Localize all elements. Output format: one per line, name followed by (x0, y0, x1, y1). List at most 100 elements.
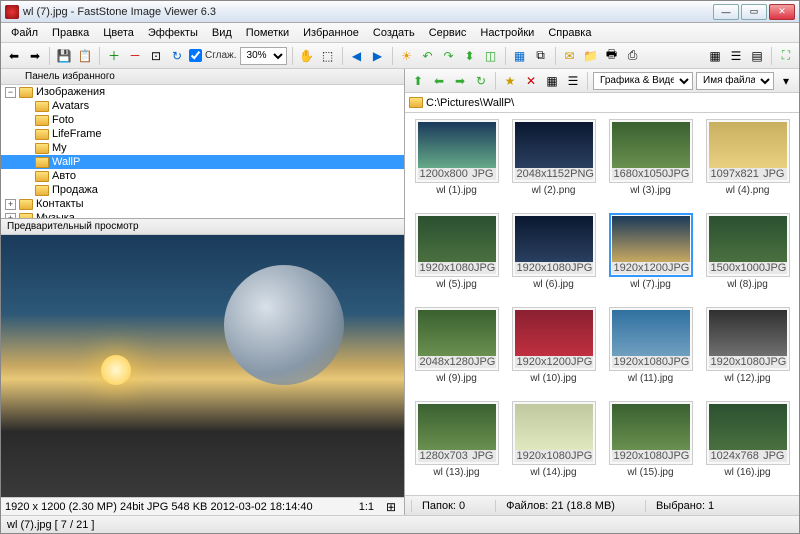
resize-button[interactable]: ⬍ (461, 47, 479, 65)
thumbnail[interactable]: 1920x1080JPGwl (11).jpg (605, 307, 696, 395)
path-text[interactable]: C:\Pictures\WallP\ (426, 97, 514, 109)
save-button[interactable]: 💾 (55, 47, 73, 65)
thumbnail[interactable]: 2048x1280JPGwl (9).jpg (411, 307, 502, 395)
preview-header: Предварительный просмотр (1, 219, 404, 235)
thumb-format: JPG (472, 168, 493, 180)
menu-Вид[interactable]: Вид (206, 25, 238, 41)
folder-button[interactable]: 📁 (582, 47, 600, 65)
crop-button[interactable]: ◫ (482, 47, 500, 65)
menu-Избранное[interactable]: Избранное (297, 25, 365, 41)
tree-toggle-icon[interactable]: − (5, 87, 16, 98)
thumbnail[interactable]: 1097x821JPGwl (4).png (702, 119, 793, 207)
select-tool-button[interactable]: ⬚ (319, 47, 337, 65)
thumb-filename: wl (15).jpg (627, 467, 673, 478)
list-button[interactable]: ☰ (564, 72, 582, 90)
thumb-dimensions: 1680x1050 (614, 168, 668, 180)
refresh-button[interactable]: ↻ (168, 47, 186, 65)
thumb-format: JPG (668, 262, 689, 274)
tree-node-Музыка[interactable]: +Музыка (1, 211, 404, 219)
thumbnail[interactable]: 1920x1080JPGwl (5).jpg (411, 213, 502, 301)
preview-image[interactable] (1, 235, 404, 497)
view-list-button[interactable]: ☰ (727, 47, 745, 65)
tree-toggle-icon[interactable]: + (5, 199, 16, 210)
maximize-button[interactable]: ▭ (741, 4, 767, 20)
filter-combo[interactable]: Графика & Видео (593, 72, 693, 90)
menu-Эффекты[interactable]: Эффекты (142, 25, 204, 41)
thumbnail[interactable]: 1920x1200JPGwl (7).jpg (605, 213, 696, 301)
print-button[interactable]: 🖶 (603, 47, 621, 65)
tree-node-Foto[interactable]: Foto (1, 113, 404, 127)
tree-node-My[interactable]: My (1, 141, 404, 155)
grid-button[interactable]: ▦ (543, 72, 561, 90)
tree-node-Контакты[interactable]: +Контакты (1, 197, 404, 211)
sort-combo[interactable]: Имя файла (696, 72, 774, 90)
tree-node-Авто[interactable]: Авто (1, 169, 404, 183)
thumb-format: JPG (763, 450, 784, 462)
scan-button[interactable]: ⎙ (624, 47, 642, 65)
hand-tool-button[interactable]: ✋ (298, 47, 316, 65)
zoom-combo[interactable]: 30% (240, 47, 287, 65)
preview-zoom-ratio[interactable]: 1:1 (359, 501, 374, 513)
view-details-button[interactable]: ▤ (748, 47, 766, 65)
thumbnail[interactable]: 2048x1152PNGwl (2).png (508, 119, 599, 207)
thumbnail[interactable]: 1280x703JPGwl (13).jpg (411, 401, 502, 489)
nav-refresh-button[interactable]: ↻ (472, 72, 490, 90)
menu-Сервис[interactable]: Сервис (423, 25, 473, 41)
nav-fwd-button[interactable]: ➡ (451, 72, 469, 90)
zoom-in-button[interactable]: ＋ (105, 47, 123, 65)
menu-Справка[interactable]: Справка (542, 25, 597, 41)
tree-node-Продажа[interactable]: Продажа (1, 183, 404, 197)
thumb-dimensions: 1920x1200 (517, 356, 571, 368)
thumb-image (612, 216, 690, 262)
delete-button[interactable]: ✕ (522, 72, 540, 90)
thumb-format: JPG (571, 262, 592, 274)
menu-Создать[interactable]: Создать (367, 25, 421, 41)
preview-actual-size-icon[interactable]: ⊞ (382, 498, 400, 516)
thumbnail[interactable]: 1920x1080JPGwl (12).jpg (702, 307, 793, 395)
nav-up-button[interactable]: ⬆ (409, 72, 427, 90)
prev-image-button[interactable]: ◀ (348, 47, 366, 65)
menu-Настройки[interactable]: Настройки (474, 25, 540, 41)
minimize-button[interactable]: — (713, 4, 739, 20)
menu-Файл[interactable]: Файл (5, 25, 44, 41)
thumbnail[interactable]: 1920x1200JPGwl (10).jpg (508, 307, 599, 395)
fullscreen-button[interactable]: ⛶ (777, 47, 795, 65)
rotate-left-button[interactable]: ↶ (419, 47, 437, 65)
thumbnail[interactable]: 1680x1050JPGwl (3).jpg (605, 119, 696, 207)
view-thumbs-button[interactable]: ▦ (706, 47, 724, 65)
sort-dir-button[interactable]: ▾ (777, 72, 795, 90)
menu-Правка[interactable]: Правка (46, 25, 95, 41)
thumbnail[interactable]: 1500x1000JPGwl (8).jpg (702, 213, 793, 301)
favorite-button[interactable]: ★ (501, 72, 519, 90)
thumbnail[interactable]: 1920x1080JPGwl (14).jpg (508, 401, 599, 489)
email-button[interactable]: ✉ (561, 47, 579, 65)
folder-icon (35, 157, 49, 168)
thumb-filename: wl (9).jpg (436, 373, 477, 384)
tree-label: Музыка (36, 212, 75, 219)
thumbnail[interactable]: 1920x1080JPGwl (6).jpg (508, 213, 599, 301)
compare-button[interactable]: ⧉ (532, 47, 550, 65)
settings-button[interactable]: ☀ (398, 47, 416, 65)
forward-button[interactable]: ➡ (26, 47, 44, 65)
slideshow-button[interactable]: ▦ (511, 47, 529, 65)
tree-node-LifeFrame[interactable]: LifeFrame (1, 127, 404, 141)
menu-Цвета[interactable]: Цвета (97, 25, 140, 41)
thumbnail[interactable]: 1024x768JPGwl (16).jpg (702, 401, 793, 489)
smooth-checkbox[interactable] (189, 49, 202, 62)
folder-tree[interactable]: Панель избранного −ИзображенияAvatarsFot… (1, 69, 404, 219)
menu-Пометки[interactable]: Пометки (240, 25, 295, 41)
thumb-dimensions: 1500x1000 (711, 262, 765, 274)
zoom-fit-button[interactable]: ⊡ (147, 47, 165, 65)
close-button[interactable]: ✕ (769, 4, 795, 20)
next-image-button[interactable]: ▶ (369, 47, 387, 65)
thumbnail[interactable]: 1200x800JPGwl (1).jpg (411, 119, 502, 207)
nav-back-button[interactable]: ⬅ (430, 72, 448, 90)
tree-node-Изображения[interactable]: −Изображения (1, 85, 404, 99)
copy-button[interactable]: 📋 (76, 47, 94, 65)
tree-node-WallP[interactable]: WallP (1, 155, 404, 169)
thumbnail[interactable]: 1920x1080JPGwl (15).jpg (605, 401, 696, 489)
tree-node-Avatars[interactable]: Avatars (1, 99, 404, 113)
rotate-right-button[interactable]: ↷ (440, 47, 458, 65)
back-button[interactable]: ⬅ (5, 47, 23, 65)
zoom-out-button[interactable]: － (126, 47, 144, 65)
